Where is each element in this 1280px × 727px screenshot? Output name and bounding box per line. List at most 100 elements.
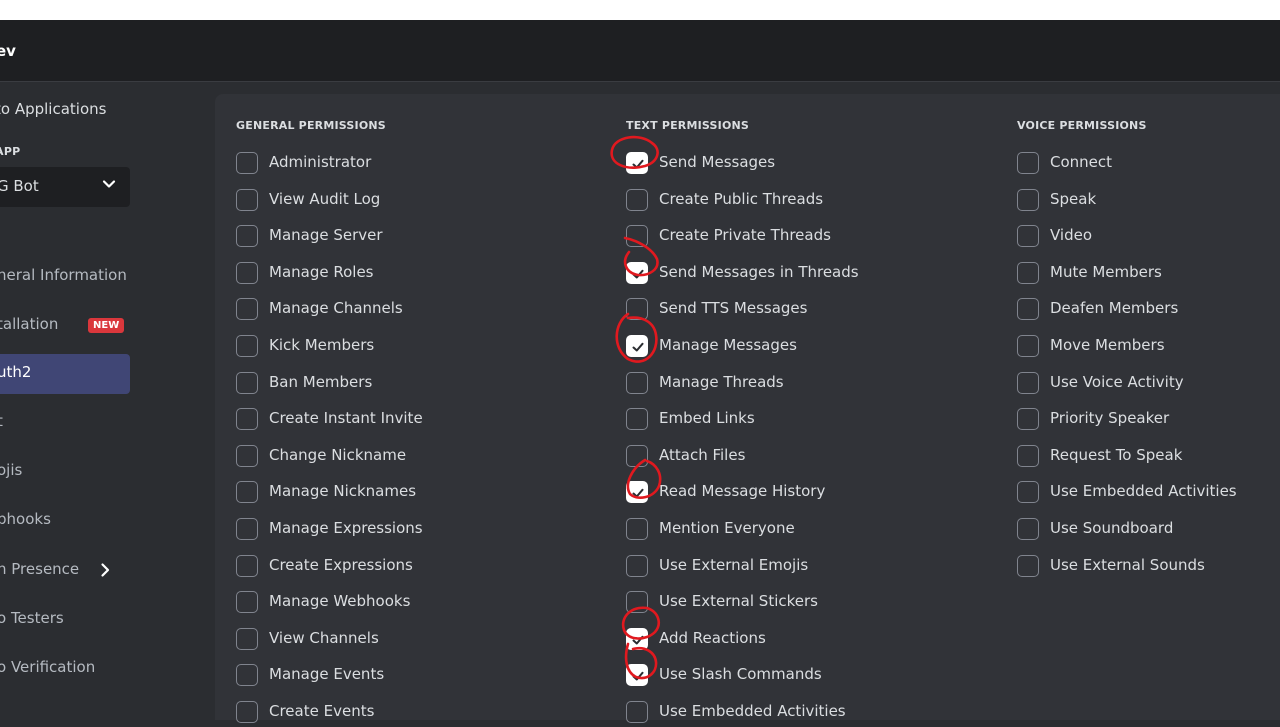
sidebar-item-emojis[interactable]: ojis — [0, 452, 130, 492]
permission-row[interactable]: Use Slash Commands — [626, 664, 996, 690]
permission-row[interactable]: Connect — [1017, 152, 1280, 178]
permission-row[interactable]: Send TTS Messages — [626, 298, 996, 324]
permission-checkbox[interactable] — [1017, 152, 1039, 174]
permission-checkbox[interactable] — [236, 591, 258, 614]
permission-row[interactable]: Speak — [1017, 188, 1280, 215]
back-to-applications-link[interactable]: to Applications — [0, 100, 106, 118]
permission-checkbox[interactable] — [626, 627, 648, 650]
permission-row[interactable]: Create Instant Invite — [236, 408, 606, 434]
permission-row[interactable]: Use External Emojis — [626, 554, 996, 581]
permission-row[interactable]: Manage Channels — [236, 298, 606, 324]
permission-row[interactable]: Create Public Threads — [626, 188, 996, 215]
permission-row[interactable]: Manage Server — [236, 225, 606, 251]
permission-row[interactable]: Manage Webhooks — [236, 591, 606, 617]
permission-row[interactable]: View Channels — [236, 627, 606, 654]
permission-row[interactable]: Send Messages — [626, 152, 996, 178]
permission-row[interactable]: Use External Sounds — [1017, 554, 1280, 581]
permission-row[interactable]: Attach Files — [626, 444, 996, 471]
permission-checkbox[interactable] — [626, 664, 648, 687]
permission-checkbox[interactable] — [626, 225, 648, 248]
permission-row[interactable]: Video — [1017, 225, 1280, 251]
app-select-dropdown[interactable]: G Bot — [0, 167, 130, 207]
permission-checkbox[interactable] — [626, 261, 648, 284]
permission-row[interactable]: Add Reactions — [626, 627, 996, 654]
sidebar-item-webhooks[interactable]: bhooks — [0, 501, 130, 541]
permission-checkbox[interactable] — [236, 554, 258, 577]
permission-checkbox[interactable] — [1017, 371, 1039, 394]
permission-checkbox[interactable] — [626, 518, 648, 540]
permission-checkbox[interactable] — [626, 444, 648, 467]
permission-row[interactable]: Create Private Threads — [626, 225, 996, 251]
permission-checkbox[interactable] — [626, 591, 648, 614]
permission-checkbox[interactable] — [626, 408, 648, 431]
permission-checkbox[interactable] — [236, 335, 258, 357]
permission-checkbox[interactable] — [626, 335, 648, 357]
permission-checkbox[interactable] — [236, 225, 258, 248]
permission-checkbox[interactable] — [236, 371, 258, 394]
permission-row[interactable]: Use Soundboard — [1017, 518, 1280, 544]
permission-row[interactable]: Embed Links — [626, 408, 996, 434]
permission-row[interactable]: Change Nickname — [236, 444, 606, 471]
permission-row[interactable]: Create Events — [236, 701, 606, 727]
sidebar-item-app-verification[interactable]: o Verification — [0, 649, 130, 689]
permission-checkbox[interactable] — [1017, 261, 1039, 284]
permission-row[interactable]: Ban Members — [236, 371, 606, 398]
permission-row[interactable]: Manage Nicknames — [236, 481, 606, 507]
sidebar-item-bot[interactable]: t — [0, 403, 130, 443]
permission-row[interactable]: Create Expressions — [236, 554, 606, 581]
permission-checkbox[interactable] — [1017, 554, 1039, 577]
permission-checkbox[interactable] — [1017, 518, 1039, 540]
permission-checkbox[interactable] — [626, 298, 648, 321]
permission-checkbox[interactable] — [236, 152, 258, 174]
permission-row[interactable]: Use Voice Activity — [1017, 371, 1280, 398]
sidebar-item-rich-presence[interactable]: h Presence — [0, 551, 130, 591]
permission-checkbox[interactable] — [236, 481, 258, 504]
permission-row[interactable]: Mute Members — [1017, 261, 1280, 288]
permission-checkbox[interactable] — [1017, 444, 1039, 467]
sidebar-item-oauth2[interactable]: uth2 — [0, 354, 130, 394]
permission-checkbox[interactable] — [1017, 481, 1039, 504]
permission-checkbox[interactable] — [1017, 408, 1039, 431]
permission-row[interactable]: Move Members — [1017, 335, 1280, 361]
permission-checkbox[interactable] — [1017, 225, 1039, 248]
permission-label: Request To Speak — [1050, 445, 1183, 464]
permission-row[interactable]: Manage Roles — [236, 261, 606, 288]
permission-checkbox[interactable] — [626, 188, 648, 211]
permission-row[interactable]: Manage Events — [236, 664, 606, 690]
permission-label: Manage Server — [269, 226, 383, 245]
permission-row[interactable]: Send Messages in Threads — [626, 261, 996, 288]
permission-row[interactable]: Request To Speak — [1017, 444, 1280, 471]
sidebar-item-general-information[interactable]: neral Information — [0, 257, 130, 297]
permission-checkbox[interactable] — [236, 261, 258, 284]
portal-header: ev — [0, 20, 1280, 82]
permission-row[interactable]: Manage Expressions — [236, 518, 606, 544]
permission-checkbox[interactable] — [1017, 188, 1039, 211]
permission-row[interactable]: Administrator — [236, 152, 606, 178]
sidebar-item-installation[interactable]: tallation NEW — [0, 306, 130, 346]
permission-row[interactable]: View Audit Log — [236, 188, 606, 215]
permission-checkbox[interactable] — [236, 444, 258, 467]
permission-row[interactable]: Use External Stickers — [626, 591, 996, 617]
permission-checkbox[interactable] — [236, 664, 258, 687]
permission-checkbox[interactable] — [236, 408, 258, 431]
permission-checkbox[interactable] — [236, 188, 258, 211]
permission-checkbox[interactable] — [626, 152, 648, 174]
permission-checkbox[interactable] — [236, 518, 258, 540]
permission-checkbox[interactable] — [236, 627, 258, 650]
permission-row[interactable]: Use Embedded Activities — [1017, 481, 1280, 507]
permission-row[interactable]: Use Embedded Activities — [626, 701, 996, 727]
permission-checkbox[interactable] — [626, 371, 648, 394]
permission-row[interactable]: Deafen Members — [1017, 298, 1280, 324]
permission-row[interactable]: Read Message History — [626, 481, 996, 507]
permission-checkbox[interactable] — [626, 554, 648, 577]
permission-checkbox[interactable] — [236, 298, 258, 321]
permission-row[interactable]: Mention Everyone — [626, 518, 996, 544]
permission-row[interactable]: Priority Speaker — [1017, 408, 1280, 434]
permission-checkbox[interactable] — [626, 481, 648, 504]
permission-row[interactable]: Manage Threads — [626, 371, 996, 398]
sidebar-item-app-testers[interactable]: o Testers — [0, 600, 130, 640]
permission-checkbox[interactable] — [1017, 335, 1039, 357]
permission-checkbox[interactable] — [1017, 298, 1039, 321]
permission-row[interactable]: Manage Messages — [626, 335, 996, 361]
permission-row[interactable]: Kick Members — [236, 335, 606, 361]
